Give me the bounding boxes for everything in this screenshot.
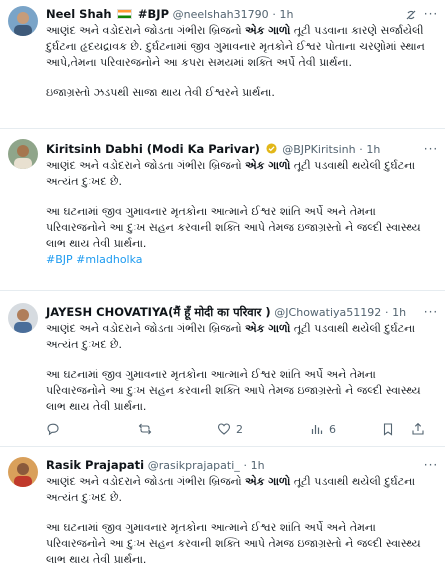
timestamp[interactable]: 1h bbox=[366, 143, 380, 156]
verified-badge-icon bbox=[266, 143, 277, 154]
avatar[interactable] bbox=[8, 139, 38, 169]
share-button[interactable] bbox=[411, 422, 425, 436]
hashtag-links[interactable]: #BJP #mladholka bbox=[46, 252, 435, 268]
avatar[interactable] bbox=[8, 6, 38, 36]
tweet-actions: 2 6 bbox=[46, 422, 435, 438]
author-name[interactable]: JAYESH CHOVATIYA(मैं हूँ मोदी का परिवार … bbox=[46, 305, 271, 319]
views-icon bbox=[311, 425, 323, 434]
separator-dot: · bbox=[384, 306, 389, 319]
share-icon bbox=[412, 422, 424, 435]
tweet-text: આણંદ અને વડોદરાને જોડતા ગંભીરા બ્રિજનો એ… bbox=[46, 474, 435, 568]
tweet-2[interactable]: Kiritsinh Dabhi (Modi Ka Parivar) @BJPKi… bbox=[0, 129, 445, 289]
retweet-button[interactable] bbox=[138, 422, 152, 436]
author-name[interactable]: Neel Shah bbox=[46, 7, 112, 21]
tweet-paragraph: ઇજાગ્રસ્તો ઝડપથી સાજા થાય તેવી ઈશ્વરને પ… bbox=[46, 86, 275, 99]
text-bold: એક ગાળો bbox=[245, 24, 291, 37]
retweet-icon bbox=[138, 423, 152, 435]
hashtag-name: #BJP bbox=[137, 7, 170, 21]
tweet-header: Kiritsinh Dabhi (Modi Ka Parivar) @BJPKi… bbox=[46, 142, 437, 158]
bookmark-button[interactable] bbox=[381, 422, 395, 436]
author-handle[interactable]: @neelshah31790 bbox=[173, 8, 269, 21]
text-segment: આણંદ અને વડોદરાને જોડતા ગંભીરા બ્રિજનો bbox=[46, 322, 246, 335]
more-options-icon[interactable]: ··· bbox=[423, 8, 439, 21]
separator-dot: · bbox=[272, 8, 276, 21]
tweet-4[interactable]: Rasik Prajapati @rasikprajapati_ · 1h ··… bbox=[0, 447, 445, 566]
tweet-header: JAYESH CHOVATIYA(मैं हूँ मोदी का परिवार … bbox=[46, 305, 437, 321]
timestamp[interactable]: 1h bbox=[392, 306, 406, 319]
like-button[interactable]: 2 bbox=[217, 422, 243, 436]
like-icon bbox=[217, 423, 231, 435]
text-segment: આણંદ અને વડોદરાને જોડતા ગંભીરા બ્રિજનો bbox=[46, 24, 246, 37]
separator-dot: · bbox=[359, 143, 363, 156]
more-options-icon[interactable]: ··· bbox=[423, 306, 439, 319]
tweet-header: Neel Shah #BJP @neelshah31790 · 1h bbox=[46, 7, 437, 23]
views-button[interactable]: 6 bbox=[310, 422, 336, 436]
tweet-paragraph: આ ઘટનામાં જીવ ગુમાવનાર મૃતકોના આત્માને ઈ… bbox=[46, 205, 421, 250]
like-count: 2 bbox=[236, 422, 243, 436]
tweet-text: આણંદ અને વડોદરાને જોડતા ગંભીરા બ્રિજનો એ… bbox=[46, 321, 435, 415]
author-name[interactable]: Rasik Prajapati bbox=[46, 458, 144, 472]
author-handle[interactable]: @JChowatiya51192 bbox=[274, 306, 381, 319]
author-handle[interactable]: @BJPKiritsinh bbox=[282, 143, 355, 156]
tweet-1[interactable]: Neel Shah #BJP @neelshah31790 · 1h ··· આ… bbox=[0, 0, 445, 110]
text-segment: આણંદ અને વડોદરાને જોડતા ગંભીરા બ્રિજનો bbox=[46, 475, 246, 488]
flag-india-icon bbox=[117, 9, 133, 19]
avatar[interactable] bbox=[8, 457, 38, 487]
text-bold: એક ગાળો bbox=[245, 475, 291, 488]
tweet-text: આણંદ અને વડોદરાને જોડતા ગંભીરા બ્રિજનો એ… bbox=[46, 23, 435, 101]
author-name[interactable]: Kiritsinh Dabhi (Modi Ka Parivar) bbox=[46, 142, 260, 156]
separator-dot: · bbox=[243, 459, 247, 472]
tweet-paragraph: આ ઘટનામાં જીવ ગુમાવનાર મૃતકોના આત્માને ઈ… bbox=[46, 368, 421, 413]
tweet-text: આણંદ અને વડોદરાને જોડતા ગંભીરા બ્રિજનો એ… bbox=[46, 158, 435, 268]
text-segment: આણંદ અને વડોદરાને જોડતા ગંભીરા બ્રિજનો bbox=[46, 159, 246, 172]
bookmark-icon bbox=[383, 423, 393, 436]
text-bold: એક ગાળો bbox=[245, 159, 291, 172]
timestamp[interactable]: 1h bbox=[279, 8, 293, 21]
timestamp[interactable]: 1h bbox=[251, 459, 265, 472]
views-count: 6 bbox=[329, 422, 336, 436]
more-options-icon[interactable]: ··· bbox=[423, 459, 439, 472]
avatar[interactable] bbox=[8, 303, 38, 333]
reply-icon bbox=[47, 423, 59, 436]
author-handle[interactable]: @rasikprajapati_ bbox=[148, 459, 240, 472]
more-options-icon[interactable]: ··· bbox=[423, 143, 439, 156]
tweet-header: Rasik Prajapati @rasikprajapati_ · 1h bbox=[46, 458, 437, 474]
text-bold: એક ગાળો bbox=[245, 322, 291, 335]
grok-icon[interactable] bbox=[403, 9, 419, 21]
tweet-3[interactable]: JAYESH CHOVATIYA(मैं हूँ मोदी का परिवार … bbox=[0, 291, 445, 445]
reply-button[interactable] bbox=[46, 422, 60, 436]
